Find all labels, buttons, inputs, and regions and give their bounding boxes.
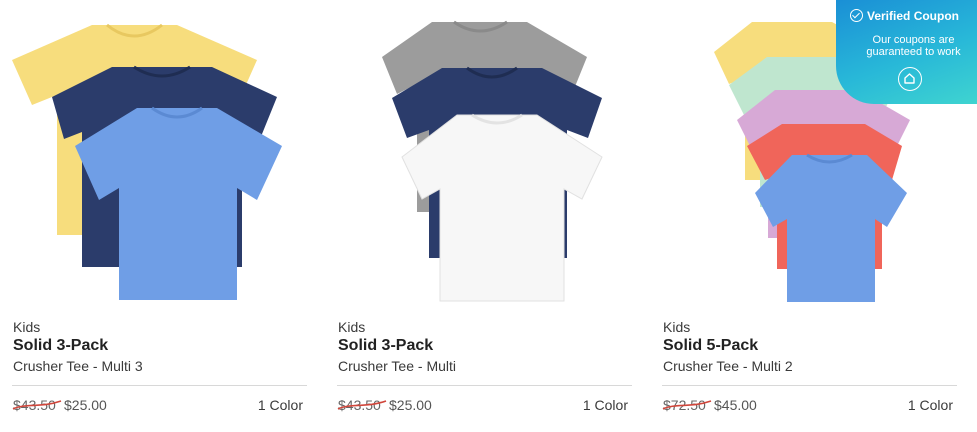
- product-subtitle: Crusher Tee - Multi 3: [13, 358, 143, 374]
- coupon-message: Our coupons are guaranteed to work: [866, 34, 961, 58]
- checkmark-icon: [850, 9, 863, 22]
- sale-price: $25.00: [389, 397, 432, 413]
- product-title[interactable]: Solid 5-Pack: [663, 337, 758, 355]
- original-price-text: $72.50: [663, 397, 706, 413]
- product-category: Kids: [13, 319, 41, 335]
- product-category: Kids: [663, 319, 691, 335]
- tshirt-stack-image: [12, 23, 282, 300]
- price-row: $43.50 $25.00 1 Color: [12, 397, 303, 417]
- product-grid: Kids Solid 3-Pack Crusher Tee - Multi 3 …: [0, 0, 977, 432]
- price-row: $43.50 $25.00 1 Color: [337, 397, 628, 417]
- color-count[interactable]: 1 Color: [908, 397, 953, 413]
- product-title[interactable]: Solid 3-Pack: [13, 337, 108, 355]
- sale-price: $25.00: [64, 397, 107, 413]
- original-price: $43.50: [337, 397, 387, 413]
- coupon-title: Verified Coupon: [867, 9, 960, 23]
- house-logo-icon: [898, 67, 922, 91]
- original-price-text: $43.50: [13, 397, 56, 413]
- original-price: $72.50: [662, 397, 712, 413]
- product-subtitle: Crusher Tee - Multi 2: [663, 358, 793, 374]
- product-title[interactable]: Solid 3-Pack: [338, 337, 433, 355]
- sale-price: $45.00: [714, 397, 757, 413]
- coupon-header: Verified Coupon: [850, 9, 959, 23]
- color-count[interactable]: 1 Color: [583, 397, 628, 413]
- verified-coupon-badge[interactable]: Verified Coupon Our coupons are guarante…: [836, 0, 977, 104]
- tshirt-stack-image: [382, 20, 603, 302]
- product-card[interactable]: Kids Solid 3-Pack Crusher Tee - Multi $4…: [337, 0, 632, 432]
- product-image[interactable]: [337, 0, 632, 310]
- product-image[interactable]: [12, 0, 307, 310]
- original-price: $43.50: [12, 397, 62, 413]
- color-count[interactable]: 1 Color: [258, 397, 303, 413]
- divider: [12, 385, 307, 386]
- product-category: Kids: [338, 319, 366, 335]
- divider: [662, 385, 957, 386]
- product-card[interactable]: Kids Solid 3-Pack Crusher Tee - Multi 3 …: [12, 0, 307, 432]
- price-row: $72.50 $45.00 1 Color: [662, 397, 953, 417]
- product-subtitle: Crusher Tee - Multi: [338, 358, 457, 374]
- divider: [337, 385, 632, 386]
- original-price-text: $43.50: [338, 397, 381, 413]
